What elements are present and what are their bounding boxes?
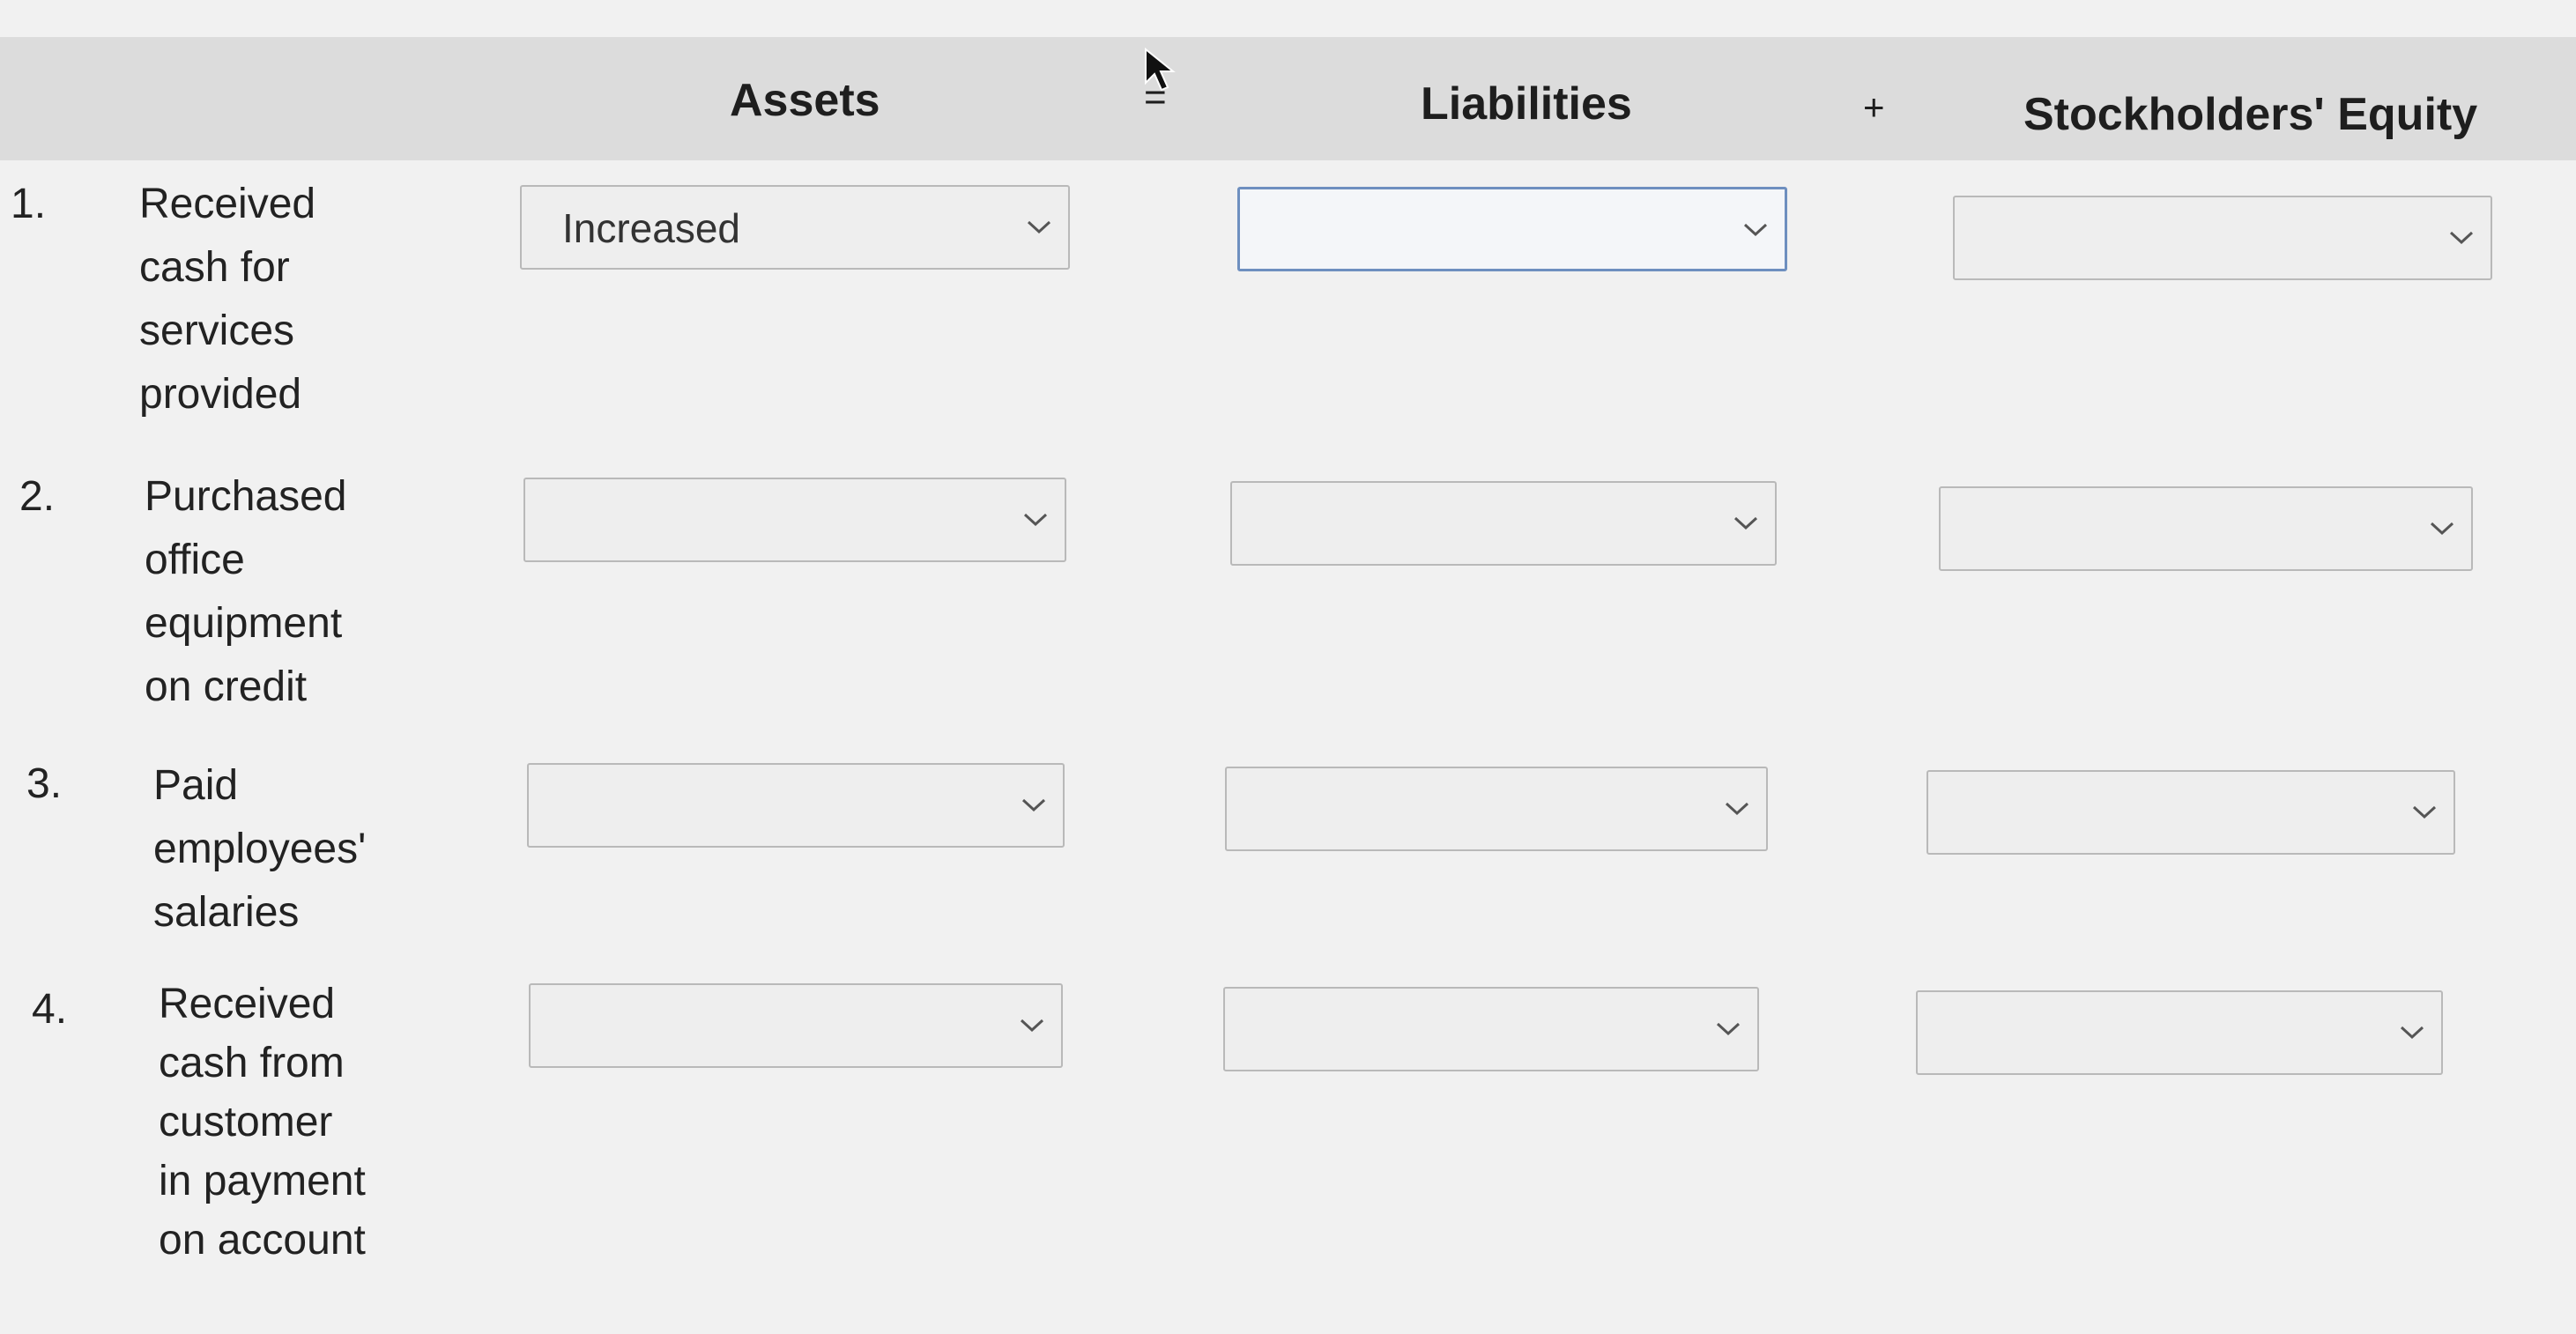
transaction-description: Received cash from customer in payment o…: [159, 981, 366, 1264]
assets-dropdown-row-1[interactable]: Increased: [520, 185, 1070, 270]
equity-dropdown-row-3[interactable]: [1926, 770, 2455, 855]
plus-sign: +: [1863, 86, 1885, 128]
chevron-down-icon: [1026, 219, 1052, 236]
row-number: 2.: [19, 473, 56, 520]
equity-dropdown-row-4[interactable]: [1916, 990, 2443, 1075]
assets-dropdown-row-2[interactable]: [523, 478, 1066, 562]
assets-dropdown-row-3[interactable]: [527, 763, 1065, 848]
chevron-down-icon: [1022, 511, 1049, 529]
liabilities-dropdown-row-1[interactable]: [1237, 187, 1787, 271]
row-number: 3.: [26, 760, 63, 807]
equity-dropdown-row-1[interactable]: [1953, 196, 2492, 280]
selected-value: Increased: [562, 205, 741, 251]
liabilities-dropdown-row-2[interactable]: [1230, 481, 1777, 566]
liabilities-dropdown-row-3[interactable]: [1225, 767, 1768, 851]
chevron-down-icon: [2411, 804, 2438, 821]
chevron-down-icon: [1733, 515, 1759, 532]
row-number: 4.: [32, 986, 68, 1033]
chevron-down-icon: [2448, 229, 2475, 247]
chevron-down-icon: [2399, 1024, 2425, 1041]
row-number: 1.: [11, 181, 47, 227]
assets-dropdown-row-4[interactable]: [529, 983, 1063, 1068]
mouse-pointer-icon: [1144, 47, 1179, 95]
chevron-down-icon: [1742, 221, 1769, 239]
liabilities-column-header: Liabilities: [1421, 78, 1632, 130]
chevron-down-icon: [1019, 1017, 1045, 1034]
chevron-down-icon: [2429, 520, 2455, 537]
transaction-description: Paid employees' salaries: [153, 762, 367, 936]
chevron-down-icon: [1021, 797, 1047, 814]
stockholders-equity-column-header: Stockholders' Equity: [2023, 89, 2478, 140]
liabilities-dropdown-row-4[interactable]: [1223, 987, 1759, 1071]
chevron-down-icon: [1724, 800, 1750, 818]
assets-column-header: Assets: [730, 75, 880, 126]
chevron-down-icon: [1715, 1020, 1741, 1038]
equity-dropdown-row-2[interactable]: [1939, 486, 2473, 571]
transaction-description: Purchased office equipment on credit: [145, 473, 347, 710]
accounting-equation-worksheet: Assets = Liabilities + Stockholders' Equ…: [0, 0, 2576, 1334]
transaction-description: Received cash for services provided: [139, 181, 316, 418]
